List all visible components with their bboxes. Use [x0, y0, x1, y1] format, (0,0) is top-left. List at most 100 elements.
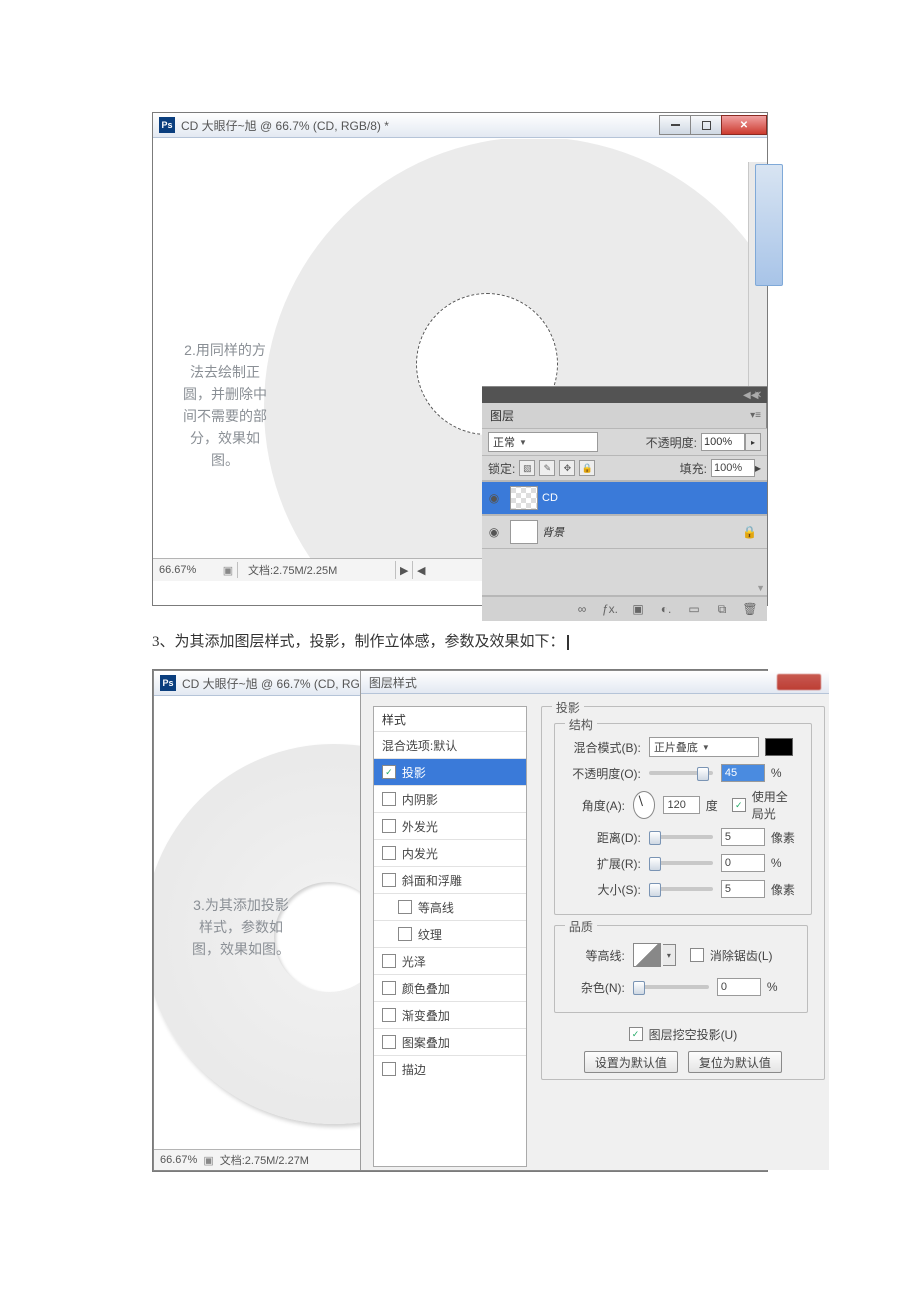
style-dropshadow[interactable]: 投影	[374, 758, 526, 785]
canvas[interactable]: 3.为其添加投影样式，参数如图，效果如图。	[154, 696, 360, 1149]
fill-field[interactable]: 100%	[711, 459, 755, 477]
lock-label: 锁定:	[488, 460, 515, 477]
fill-stepper[interactable]: ▸	[755, 461, 761, 475]
adjustment-icon[interactable]: ◐.	[657, 601, 675, 617]
layer-row-background[interactable]: ◉ 背景 🔒	[482, 515, 767, 549]
new-layer-icon[interactable]: ⧉	[713, 601, 731, 617]
layer-thumbnail[interactable]	[510, 486, 538, 510]
status-icon[interactable]: ▣	[203, 1154, 213, 1167]
style-innerglow[interactable]: 内发光	[374, 839, 526, 866]
lock-position-icon[interactable]: ✥	[559, 460, 575, 476]
angle-field[interactable]: 120	[663, 796, 699, 814]
style-patternoverlay[interactable]: 图案叠加	[374, 1028, 526, 1055]
scroll-left-icon[interactable]: ◀	[412, 561, 429, 579]
zoom-level[interactable]: 66.67%	[153, 564, 219, 576]
contour-picker[interactable]	[633, 943, 661, 967]
dialog-titlebar[interactable]: 图层样式	[361, 671, 829, 694]
group-legend: 品质	[565, 918, 597, 935]
style-stroke[interactable]: 描边	[374, 1055, 526, 1082]
checkbox-icon[interactable]	[382, 846, 396, 860]
zoom-level[interactable]: 66.67%	[160, 1154, 197, 1166]
layer-name[interactable]: CD	[542, 492, 558, 504]
global-light-checkbox[interactable]	[732, 798, 746, 812]
group-icon[interactable]: ▭	[685, 601, 703, 617]
noise-field[interactable]: 0	[717, 978, 761, 996]
opacity-slider[interactable]	[649, 771, 713, 775]
layers-panel[interactable]: ◀◀ ✕ 图层 ▾≡ 正常 ▼ 不透明度:	[482, 386, 767, 621]
style-bevel[interactable]: 斜面和浮雕	[374, 866, 526, 893]
style-texture[interactable]: 纹理	[374, 920, 526, 947]
popup-arrow-icon[interactable]: ▶	[396, 561, 412, 579]
panel-header[interactable]: ◀◀ ✕	[482, 387, 767, 403]
size-field[interactable]: 5	[721, 880, 765, 898]
checkbox-icon[interactable]	[382, 1035, 396, 1049]
layer-name[interactable]: 背景	[542, 524, 564, 540]
layer-thumbnail[interactable]	[510, 520, 538, 544]
lock-icon: 🔒	[742, 525, 757, 539]
lock-all-icon[interactable]: 🔒	[579, 460, 595, 476]
angle-dial[interactable]	[633, 791, 655, 819]
window-titlebar[interactable]: Ps CD 大眼仔~旭 @ 66.7% (CD, RG	[154, 671, 360, 696]
checkbox-icon[interactable]	[398, 900, 412, 914]
checkbox-icon[interactable]	[382, 873, 396, 887]
contour-dropdown[interactable]: ▾	[663, 944, 676, 966]
shadow-color-swatch[interactable]	[765, 738, 793, 756]
delete-icon[interactable]: 🗑	[741, 601, 759, 617]
style-contour[interactable]: 等高线	[374, 893, 526, 920]
mask-icon[interactable]: ▣	[629, 601, 647, 617]
reset-default-button[interactable]: 复位为默认值	[688, 1051, 782, 1073]
panel-menu-icon[interactable]: ▾≡	[750, 410, 761, 421]
collapse-icon[interactable]: ◀◀	[743, 390, 753, 401]
opacity-stepper[interactable]: ▸	[745, 433, 761, 451]
link-icon[interactable]: ∞	[573, 601, 591, 617]
checkbox-icon[interactable]	[382, 819, 396, 833]
style-blendopts[interactable]: 混合选项:默认	[374, 731, 526, 758]
status-icon[interactable]: ▣	[219, 564, 237, 577]
maximize-button[interactable]	[690, 115, 722, 135]
style-coloroverlay[interactable]: 颜色叠加	[374, 974, 526, 1001]
distance-slider[interactable]	[649, 835, 713, 839]
antialias-checkbox[interactable]	[690, 948, 704, 962]
style-gradientoverlay[interactable]: 渐变叠加	[374, 1001, 526, 1028]
spread-slider[interactable]	[649, 861, 713, 865]
spread-field[interactable]: 0	[721, 854, 765, 872]
close-button[interactable]	[777, 674, 821, 690]
checkbox-icon[interactable]	[382, 1008, 396, 1022]
fx-icon[interactable]: ƒx.	[601, 601, 619, 617]
blendmode-dropdown[interactable]: 正片叠底▼	[649, 737, 759, 757]
window-titlebar[interactable]: Ps CD 大眼仔~旭 @ 66.7% (CD, RGB/8) *	[153, 113, 767, 138]
make-default-button[interactable]: 设置为默认值	[584, 1051, 678, 1073]
noise-slider[interactable]	[633, 985, 709, 989]
visibility-icon[interactable]: ◉	[482, 491, 506, 505]
style-innershadow[interactable]: 内阴影	[374, 785, 526, 812]
style-satin[interactable]: 光泽	[374, 947, 526, 974]
checkbox-icon[interactable]	[382, 954, 396, 968]
panel-close-icon[interactable]: ✕	[753, 390, 763, 401]
checkbox-icon[interactable]	[382, 1062, 396, 1076]
style-outerglow[interactable]: 外发光	[374, 812, 526, 839]
checkbox-icon[interactable]	[382, 765, 396, 779]
group-legend: 投影	[552, 699, 584, 716]
checkbox-icon[interactable]	[382, 792, 396, 806]
checkbox-icon[interactable]	[398, 927, 412, 941]
group-quality: 品质 等高线: ▾ 消除锯齿(L) 杂色(	[554, 925, 808, 1013]
opacity-field[interactable]: 100%	[701, 433, 745, 451]
close-button[interactable]	[721, 115, 767, 135]
visibility-icon[interactable]: ◉	[482, 525, 506, 539]
layer-style-dialog[interactable]: 图层样式 样式 混合选项:默认 投影 内阴影 外发光 内发光 斜面和浮雕 等高线	[360, 671, 829, 1170]
distance-field[interactable]: 5	[721, 828, 765, 846]
scrollbar-thumb[interactable]	[755, 164, 783, 286]
layer-row-cd[interactable]: ◉ CD	[482, 481, 767, 515]
layers-tab[interactable]: 图层	[482, 403, 522, 428]
minimize-button[interactable]	[659, 115, 691, 135]
opacity-label: 不透明度(O):	[567, 765, 641, 782]
size-label: 大小(S):	[567, 881, 641, 898]
opacity-field[interactable]: 45	[721, 764, 765, 782]
checkbox-icon[interactable]	[382, 981, 396, 995]
size-slider[interactable]	[649, 887, 713, 891]
lock-transparency-icon[interactable]: ▧	[519, 460, 535, 476]
knockout-checkbox[interactable]	[629, 1027, 643, 1041]
lock-pixels-icon[interactable]: ✎	[539, 460, 555, 476]
scroll-down-icon[interactable]: ▼	[756, 583, 765, 593]
blend-mode-dropdown[interactable]: 正常 ▼	[488, 432, 598, 452]
